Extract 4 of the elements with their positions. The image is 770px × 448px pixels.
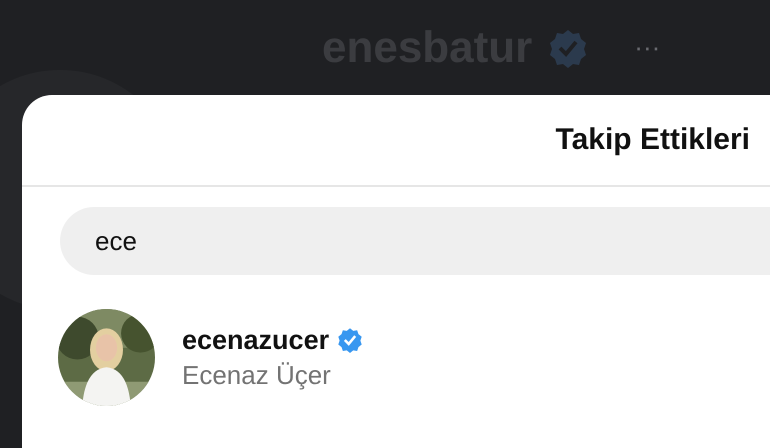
result-username[interactable]: ecenazucer [182, 324, 330, 356]
search-field[interactable]: ece [60, 207, 770, 275]
modal-title: Takip Ettikleri [555, 123, 750, 157]
result-full-name: Ecenaz Üçer [182, 360, 332, 390]
